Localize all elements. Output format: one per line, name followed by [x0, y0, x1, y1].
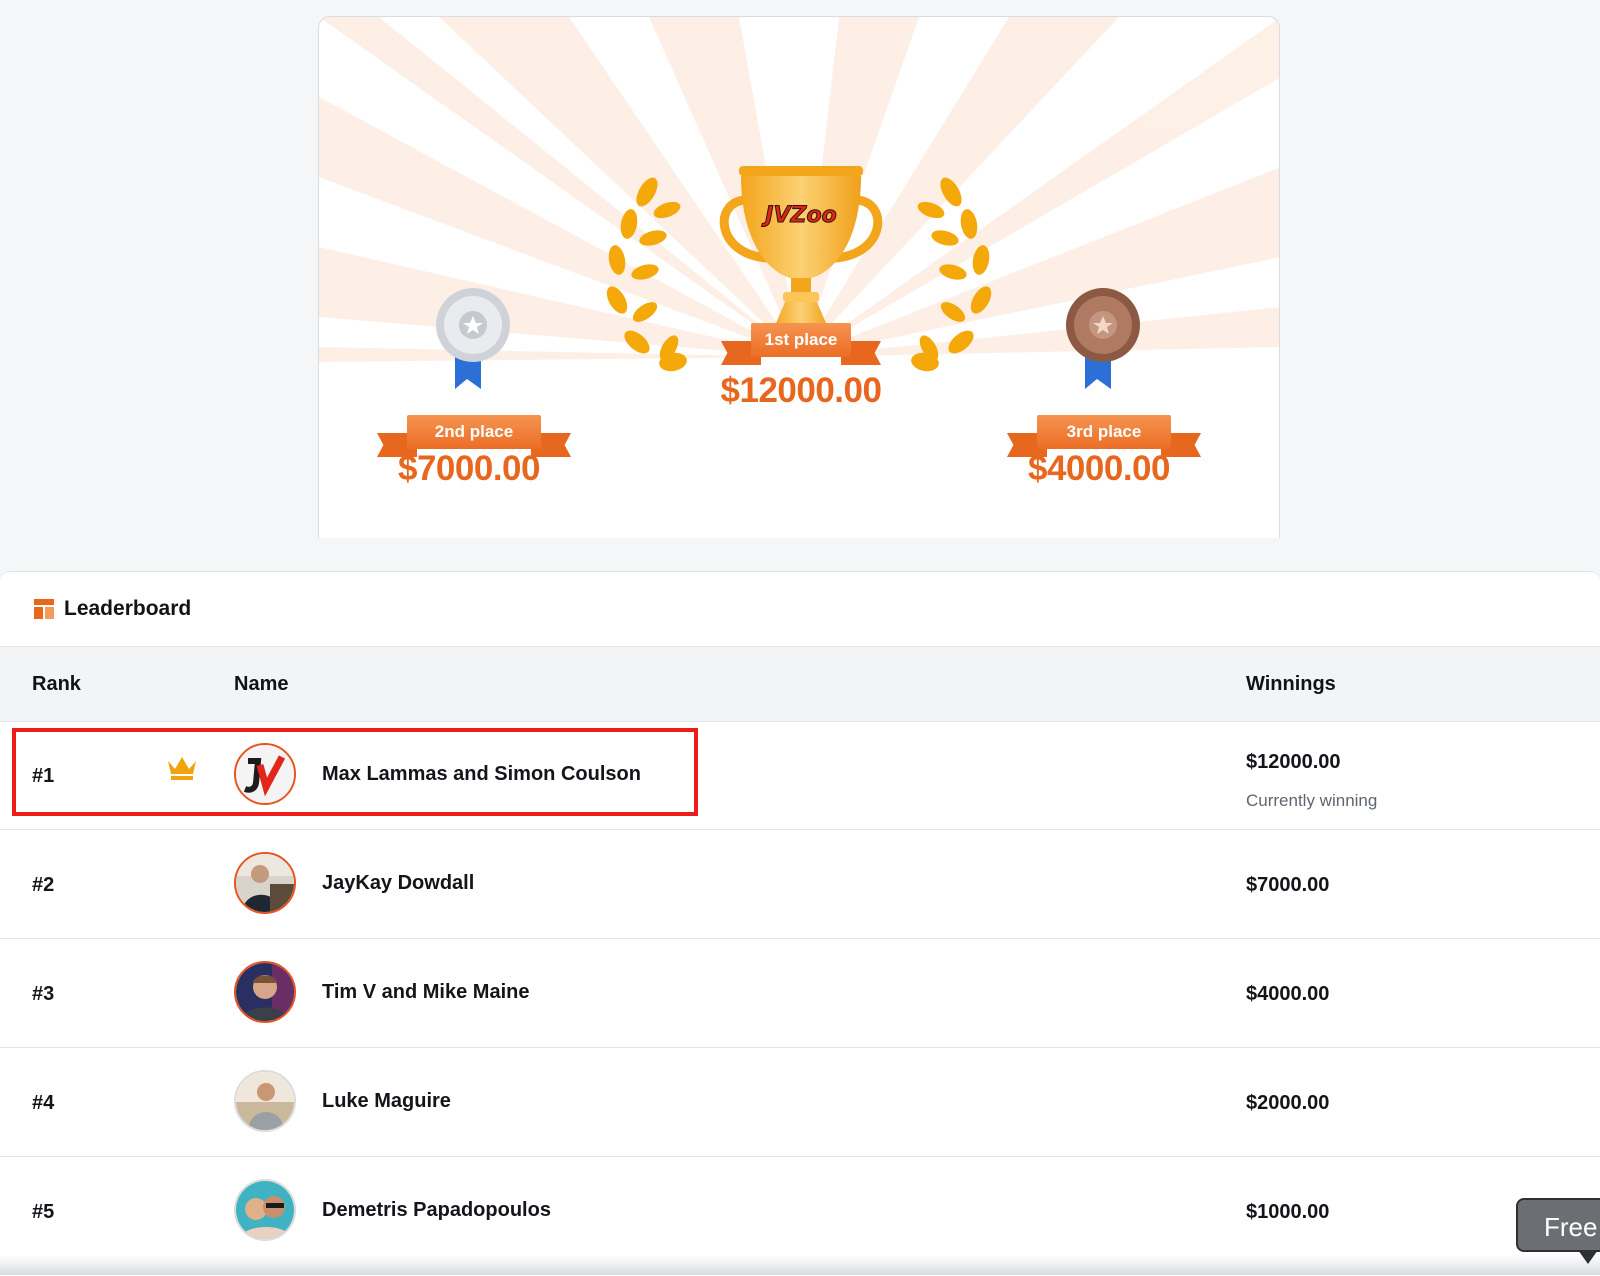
- avatar: [234, 961, 296, 1023]
- leaderboard-icon: [34, 599, 54, 619]
- first-place-label: 1st place: [751, 323, 851, 357]
- avatar: [234, 1070, 296, 1132]
- column-header-name: Name: [234, 673, 289, 695]
- winnings-amount: $7000.00: [1246, 874, 1330, 896]
- table-row: #5 Demetris Papadopoulos $1000.00: [0, 1157, 1600, 1266]
- third-place-label: 3rd place: [1037, 415, 1171, 449]
- second-place-label: 2nd place: [407, 415, 541, 449]
- avatar: [234, 743, 296, 805]
- table-header: Rank Name Winnings: [0, 647, 1600, 722]
- user-name: Tim V and Mike Maine: [322, 981, 530, 1003]
- winnings-amount: $4000.00: [1246, 983, 1330, 1005]
- winnings-amount: $2000.00: [1246, 1092, 1330, 1114]
- rank-cell: #5: [32, 1201, 55, 1223]
- leaderboard-header: Leaderboard: [0, 572, 1600, 647]
- rank-cell: #3: [32, 983, 55, 1005]
- user-photo-icon: [236, 854, 294, 912]
- winning-status: Currently winning: [1246, 791, 1378, 810]
- avatar: [234, 852, 296, 914]
- user-photo-icon: [236, 1072, 294, 1130]
- table-row: #1 Max Lammas and Simon Coulson $12000.0…: [0, 721, 1600, 830]
- bronze-medal-icon: [1066, 288, 1140, 389]
- user-name: Luke Maguire: [322, 1090, 451, 1112]
- silver-medal-icon: [436, 288, 510, 389]
- rank-cell: #2: [32, 874, 55, 896]
- first-place-ribbon: 1st place: [721, 323, 881, 369]
- avatar: [234, 1179, 296, 1241]
- user-photo-icon: [236, 1181, 294, 1239]
- winnings-amount: $1000.00: [1246, 1201, 1330, 1223]
- rank-cell: #4: [32, 1092, 55, 1114]
- free-floating-tab[interactable]: Free: [1516, 1198, 1600, 1264]
- user-photo-icon: [236, 963, 294, 1021]
- laurel-left-icon: [606, 177, 687, 372]
- second-place-amount: $7000.00: [398, 449, 540, 488]
- user-name: JayKay Dowdall: [322, 872, 475, 894]
- user-name: Max Lammas and Simon Coulson: [322, 763, 641, 785]
- laurel-right-icon: [911, 177, 992, 372]
- crown-icon: [168, 757, 196, 780]
- jvzoo-logo: JVZoo: [761, 203, 836, 228]
- third-place-amount: $4000.00: [1028, 449, 1170, 488]
- first-place-amount: $12000.00: [720, 371, 882, 410]
- bottom-edge: [0, 1255, 1600, 1275]
- table-row: #3 Tim V and Mike Maine $4000.00: [0, 939, 1600, 1048]
- jvzoo-logo-icon: [236, 745, 294, 803]
- column-header-winnings: Winnings: [1246, 673, 1336, 695]
- user-name: Demetris Papadopoulos: [322, 1199, 551, 1221]
- rank-cell: #1: [32, 765, 55, 787]
- table-row: #4 Luke Maguire $2000.00: [0, 1048, 1600, 1157]
- table-row: #2 JayKay Dowdall $7000.00: [0, 830, 1600, 939]
- prize-banner: JVZoo 1st place $12000.00 2nd place $700…: [318, 16, 1280, 538]
- leaderboard-title: Leaderboard: [64, 597, 192, 620]
- winnings-amount: $12000.00: [1246, 751, 1341, 773]
- column-header-rank: Rank: [32, 673, 81, 695]
